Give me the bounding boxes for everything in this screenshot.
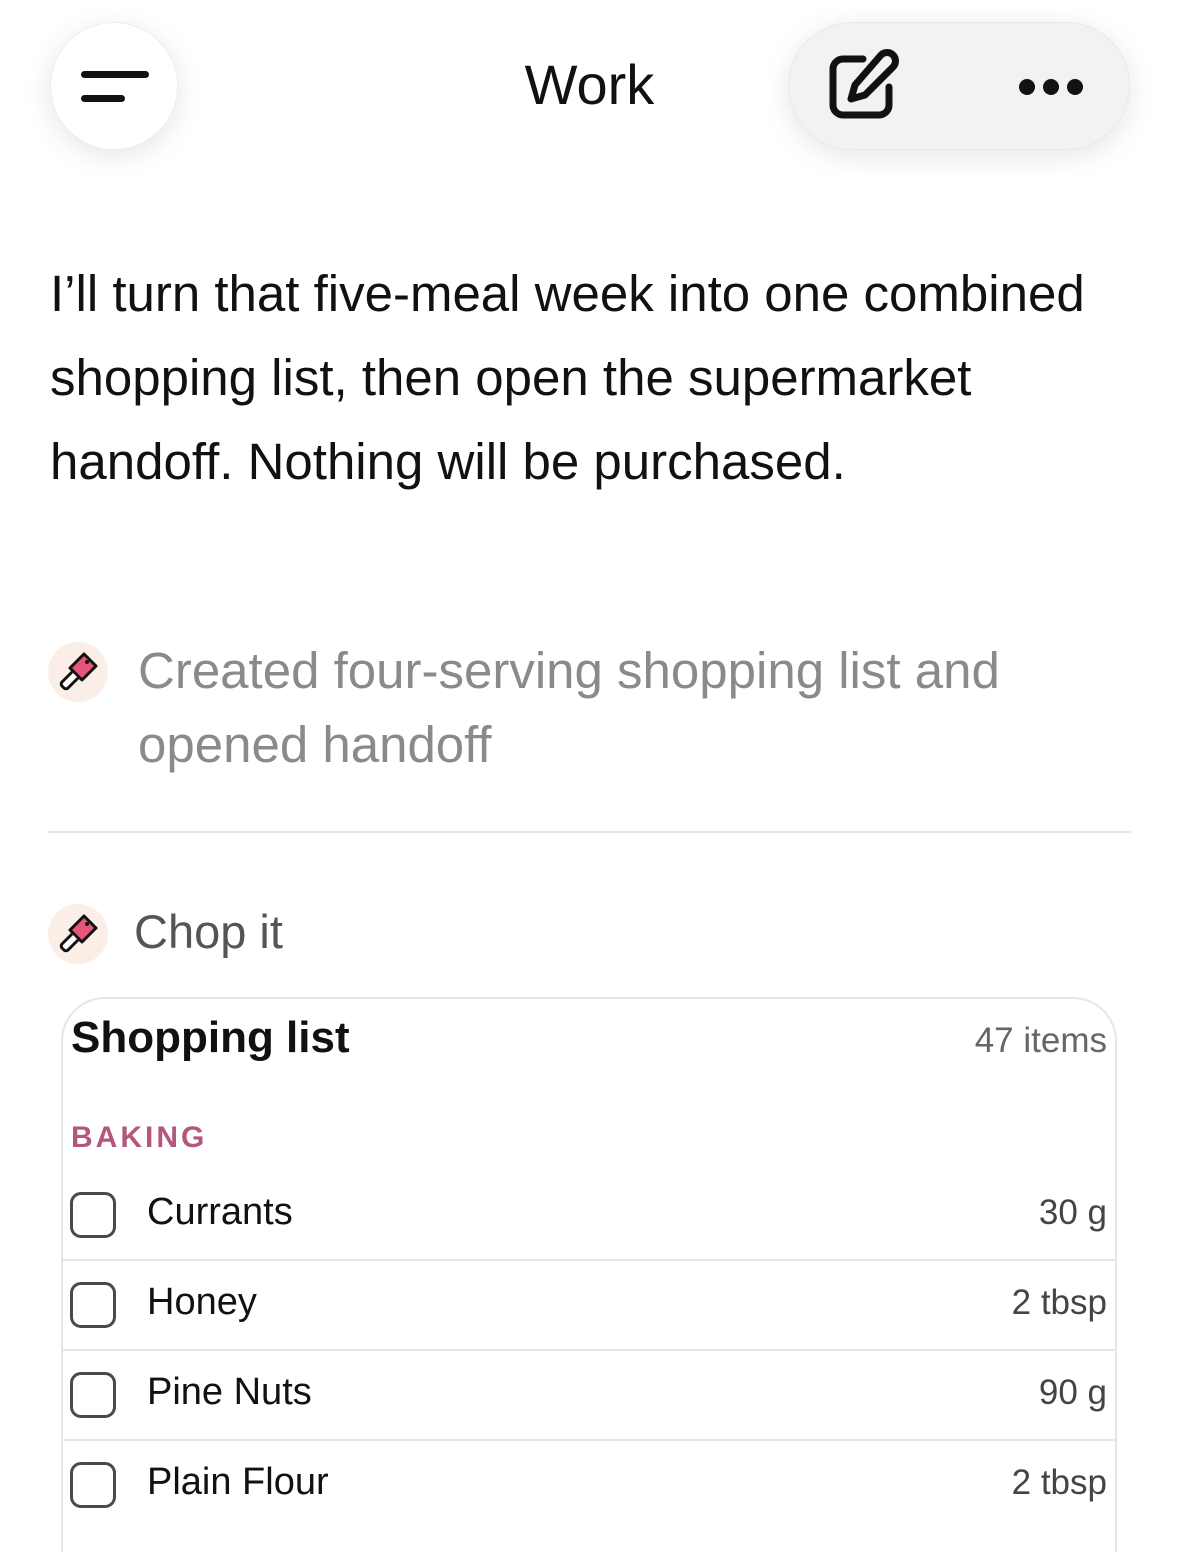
more-horizontal-icon [1019,79,1035,95]
card-title: Shopping list [71,1013,350,1062]
item-name: Pine Nuts [147,1371,312,1413]
assistant-message: I’ll turn that five-meal week into one c… [50,265,1085,490]
header-actions [788,22,1130,150]
shopping-list-card: Shopping list 47 items BAKING Currants 3… [61,997,1117,1552]
item-checkbox[interactable] [70,1192,116,1238]
more-options-button[interactable] [1007,63,1087,111]
item-checkbox[interactable] [70,1282,116,1328]
list-item[interactable]: Currants 30 g [63,1171,1115,1261]
more-dot [1067,79,1083,95]
item-quantity: 2 tbsp [1011,1463,1107,1502]
app-name[interactable]: Chop it [134,904,283,959]
status-app-icon [48,642,108,702]
cleaver-icon [59,652,98,691]
section-label: BAKING [71,1121,208,1154]
item-name: Honey [147,1281,257,1323]
top-bar: Work [0,0,1179,220]
cleaver-icon [59,914,98,953]
more-dot [1043,79,1059,95]
compose-edit-icon [829,49,899,119]
list-item[interactable]: Pine Nuts 90 g [63,1351,1115,1441]
item-quantity: 90 g [1038,1373,1107,1412]
item-count: 47 items [974,1021,1107,1060]
app-icon [48,904,108,964]
item-name: Currants [147,1191,293,1233]
chat-screen: Work I’ll turn that five-meal week into … [0,0,1179,1552]
item-quantity: 2 tbsp [1011,1283,1107,1322]
item-quantity: 30 g [1038,1193,1107,1232]
item-checkbox[interactable] [70,1372,116,1418]
new-chat-button[interactable] [825,49,901,125]
item-name: Plain Flour [147,1461,329,1503]
list-item[interactable]: Honey 2 tbsp [63,1261,1115,1351]
item-checkbox[interactable] [70,1462,116,1508]
list-item[interactable]: Plain Flour 2 tbsp [63,1441,1115,1531]
tool-status-text: Created four-serving shopping list and o… [138,642,1000,773]
divider [48,831,1131,833]
